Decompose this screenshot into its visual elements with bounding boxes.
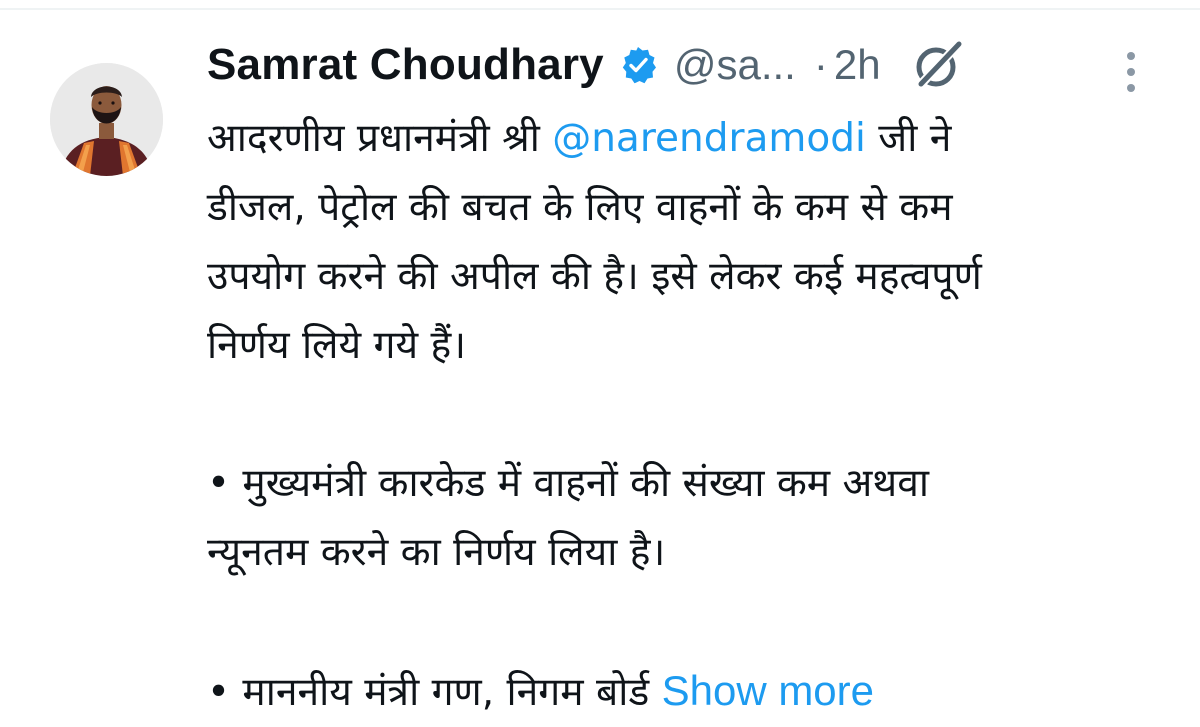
timestamp[interactable]: 2h (834, 41, 881, 89)
bullet-1-line-2: न्यूनतम करने का निर्णय लिया है। (207, 530, 666, 575)
text-segment: जी ने (865, 116, 952, 161)
grok-icon[interactable] (911, 38, 965, 92)
bullet-1-line-1: • मुख्यमंत्री कारकेड में वाहनों की संख्य… (207, 461, 930, 506)
separator-dot: · (813, 41, 828, 88)
tweet-line-2: डीजल, पेट्रोल की बचत के लिए वाहनों के कम… (207, 185, 953, 230)
tweet-card[interactable]: Samrat Choudhary @sa... · 2h आदरणीय प्रध… (0, 0, 1200, 727)
tweet-line-4: निर्णय लिये गये हैं। (207, 323, 466, 368)
author-name[interactable]: Samrat Choudhary (207, 40, 604, 90)
more-options-icon[interactable] (1119, 50, 1143, 94)
tweet-header: Samrat Choudhary @sa... · 2h (207, 36, 1187, 94)
bullet-2-line-1: • माननीय मंत्री गण, निगम बोर्ड Show more (207, 656, 1187, 727)
text-segment: • माननीय मंत्री गण, निगम बोर्ड (207, 670, 662, 715)
tweet-line-1: आदरणीय प्रधानमंत्री श्री @narendramodi ज… (207, 104, 1187, 173)
avatar[interactable] (50, 63, 163, 176)
text-segment: आदरणीय प्रधानमंत्री श्री (207, 116, 553, 161)
tweet-line-3: उपयोग करने की अपील की है। इसे लेकर कई मह… (207, 254, 982, 299)
divider (0, 8, 1200, 10)
tweet-text: आदरणीय प्रधानमंत्री श्री @narendramodi ज… (207, 104, 1187, 727)
mention-link[interactable]: @narendramodi (552, 116, 866, 161)
verified-badge-icon (618, 45, 658, 85)
show-more-link[interactable]: Show more (662, 667, 874, 714)
author-handle[interactable]: @sa... (674, 41, 796, 89)
avatar-image (50, 63, 163, 176)
tweet: Samrat Choudhary @sa... · 2h आदरणीय प्रध… (207, 36, 1187, 727)
